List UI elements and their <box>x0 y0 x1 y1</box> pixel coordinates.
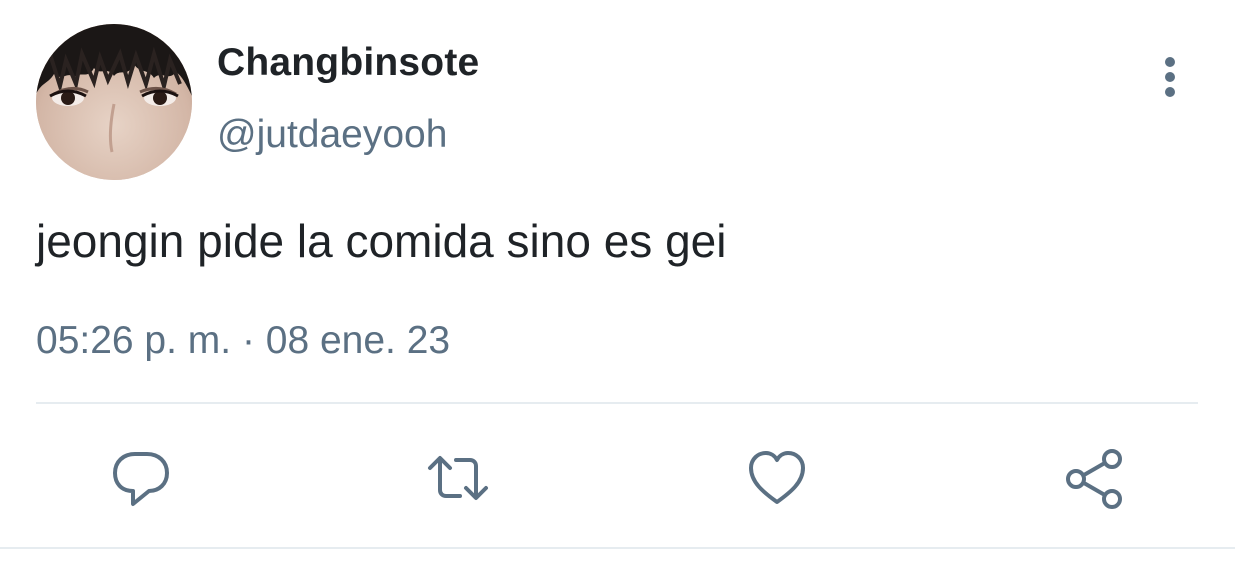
user-handle[interactable]: @jutdaeyooh <box>217 110 447 160</box>
avatar-photo <box>36 24 192 180</box>
speech-bubble-icon <box>113 452 169 506</box>
heart-icon <box>749 451 805 504</box>
bottom-divider <box>0 547 1235 549</box>
share-nodes-icon <box>1066 449 1122 509</box>
retweet-arrows-icon <box>428 456 488 500</box>
share-button[interactable] <box>1059 443 1129 513</box>
reply-button[interactable] <box>106 443 176 513</box>
tweet-text: jeongin pide la comida sino es gei <box>36 215 727 267</box>
avatar[interactable] <box>36 24 192 180</box>
more-options-button[interactable] <box>1145 50 1195 100</box>
retweet-button[interactable] <box>423 443 493 513</box>
vertical-ellipsis-icon-dot <box>1165 72 1175 82</box>
divider <box>36 402 1198 404</box>
display-name[interactable]: Changbinsote <box>217 38 479 88</box>
vertical-ellipsis-icon <box>1165 57 1175 67</box>
tweet-card: Changbinsote @jutdaeyooh jeongin pide la… <box>0 0 1235 567</box>
like-button[interactable] <box>742 443 812 513</box>
vertical-ellipsis-icon-dot <box>1165 87 1175 97</box>
tweet-timestamp[interactable]: 05:26 p. m. · 08 ene. 23 <box>36 316 450 366</box>
